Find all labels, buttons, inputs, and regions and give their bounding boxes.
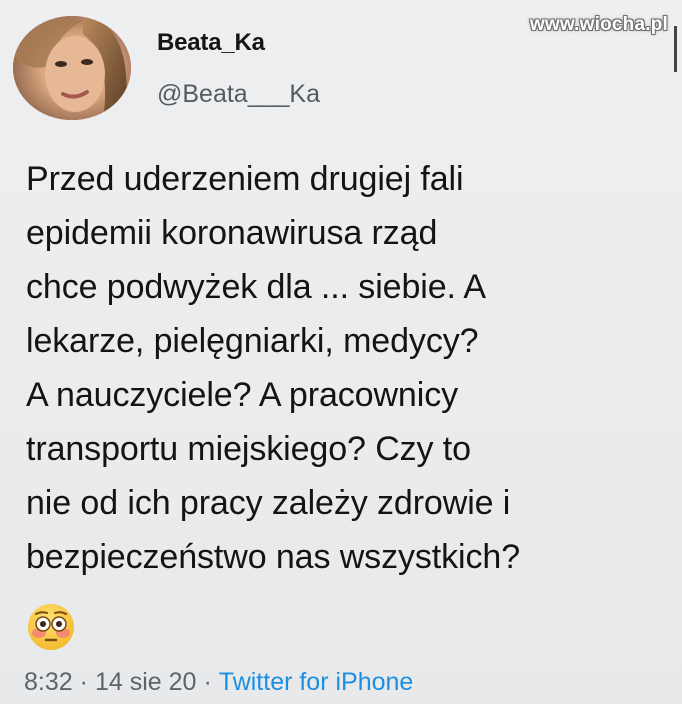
tweet-card: Beata_Ka @Beata___Ka www.wiocha.pl Przed…: [0, 0, 682, 704]
watermark: www.wiocha.pl: [529, 14, 668, 35]
tweet-date[interactable]: 14 sie 20: [95, 668, 196, 696]
author-display-name[interactable]: Beata_Ka: [157, 29, 265, 57]
more-options-icon[interactable]: [668, 26, 682, 72]
avatar-photo: [13, 16, 131, 120]
tweet-source-link[interactable]: Twitter for iPhone: [219, 668, 414, 696]
tweet-meta: 8:32 · 14 sie 20 · Twitter for iPhone: [24, 668, 413, 697]
meta-separator: ·: [203, 668, 212, 696]
tweet-text: Przed uderzeniem drugiej fali epidemii k…: [26, 160, 521, 576]
flushed-face-emoji-icon: [28, 604, 74, 650]
meta-separator: ·: [79, 668, 88, 696]
author-handle[interactable]: @Beata___Ka: [157, 80, 320, 109]
avatar[interactable]: [13, 16, 131, 120]
tweet-time[interactable]: 8:32: [24, 668, 73, 696]
